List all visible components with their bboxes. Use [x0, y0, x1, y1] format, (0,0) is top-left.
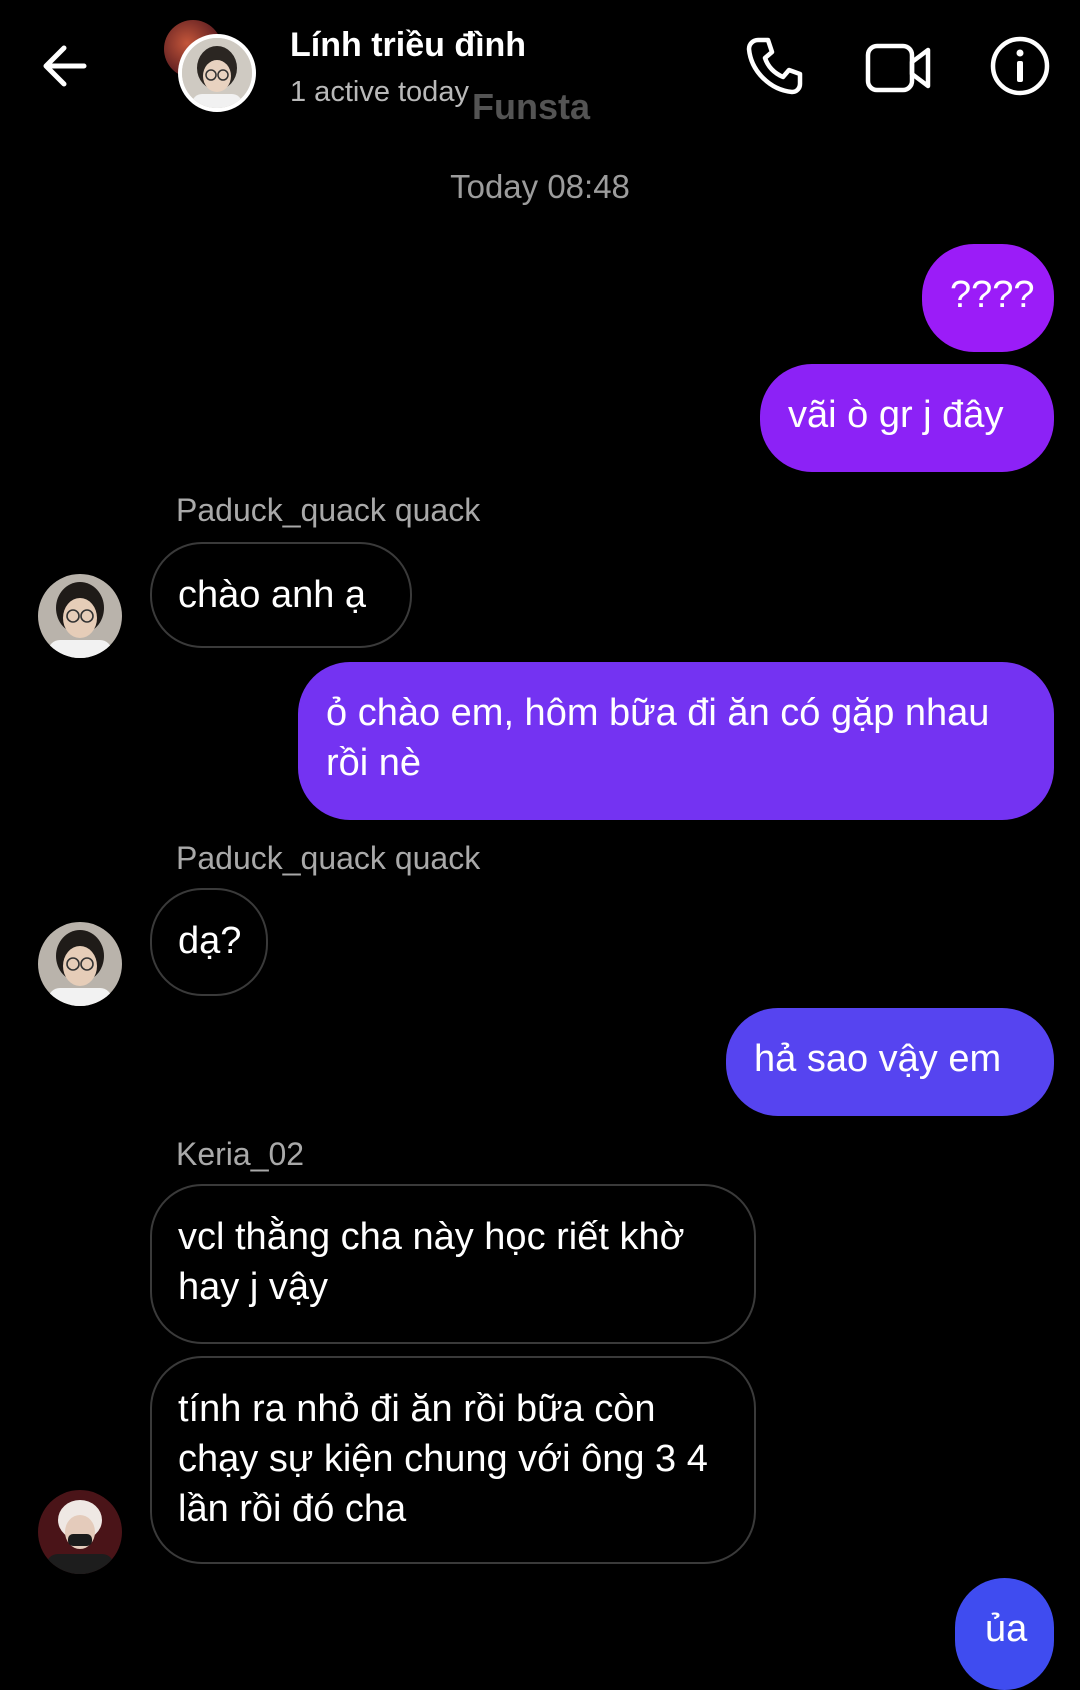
active-status: 1 active today: [290, 76, 469, 108]
message-text: tính ra nhỏ đi ăn rồi bữa còn chạy sự ki…: [178, 1388, 708, 1530]
back-arrow-icon: [43, 45, 87, 87]
info-icon: [990, 36, 1050, 96]
avatar[interactable]: [38, 922, 122, 1006]
back-button[interactable]: [36, 40, 96, 92]
video-camera-icon: [865, 43, 931, 93]
sender-name: Keria_02: [176, 1136, 305, 1172]
message-text: dạ?: [178, 920, 242, 962]
incoming-message[interactable]: vcl thằng cha này học riết khờ hay j vậy: [150, 1184, 756, 1344]
message-text: hả sao vậy em: [754, 1038, 1002, 1080]
message-text: ỏ chào em, hôm bữa đi ăn có gặp nhau rồi…: [326, 692, 990, 784]
incoming-message[interactable]: tính ra nhỏ đi ăn rồi bữa còn chạy sự ki…: [150, 1356, 756, 1564]
info-button[interactable]: [988, 34, 1052, 98]
message-text: vãi ò gr j đây: [788, 394, 1004, 436]
outgoing-message[interactable]: ỏ chào em, hôm bữa đi ăn có gặp nhau rồi…: [298, 662, 1054, 820]
sender-name: Paduck_quack quack: [176, 840, 481, 876]
call-button[interactable]: [742, 34, 806, 98]
message-text: chào anh ạ: [178, 574, 367, 616]
message-text: ????: [950, 274, 1035, 316]
chat-timestamp: Today 08:48: [450, 168, 630, 205]
outgoing-message[interactable]: hả sao vậy em: [726, 1008, 1054, 1116]
outgoing-message[interactable]: vãi ò gr j đây: [760, 364, 1054, 472]
message-text: ủa: [985, 1608, 1028, 1650]
conversation-title[interactable]: Lính triều đình: [290, 26, 526, 65]
group-avatar[interactable]: [164, 20, 264, 120]
incoming-message[interactable]: chào anh ạ: [150, 542, 412, 648]
incoming-message[interactable]: dạ?: [150, 888, 268, 996]
sender-name: Paduck_quack quack: [176, 492, 481, 528]
avatar[interactable]: [38, 574, 122, 658]
outgoing-message[interactable]: ủa: [955, 1578, 1054, 1690]
video-call-button[interactable]: [864, 36, 934, 100]
phone-icon: [746, 37, 803, 95]
member-avatar-front: [178, 34, 256, 112]
outgoing-message[interactable]: ????: [922, 244, 1054, 352]
avatar[interactable]: [38, 1490, 122, 1574]
message-text: vcl thằng cha này học riết khờ hay j vậy: [178, 1216, 685, 1308]
watermark: Funsta: [472, 86, 591, 127]
